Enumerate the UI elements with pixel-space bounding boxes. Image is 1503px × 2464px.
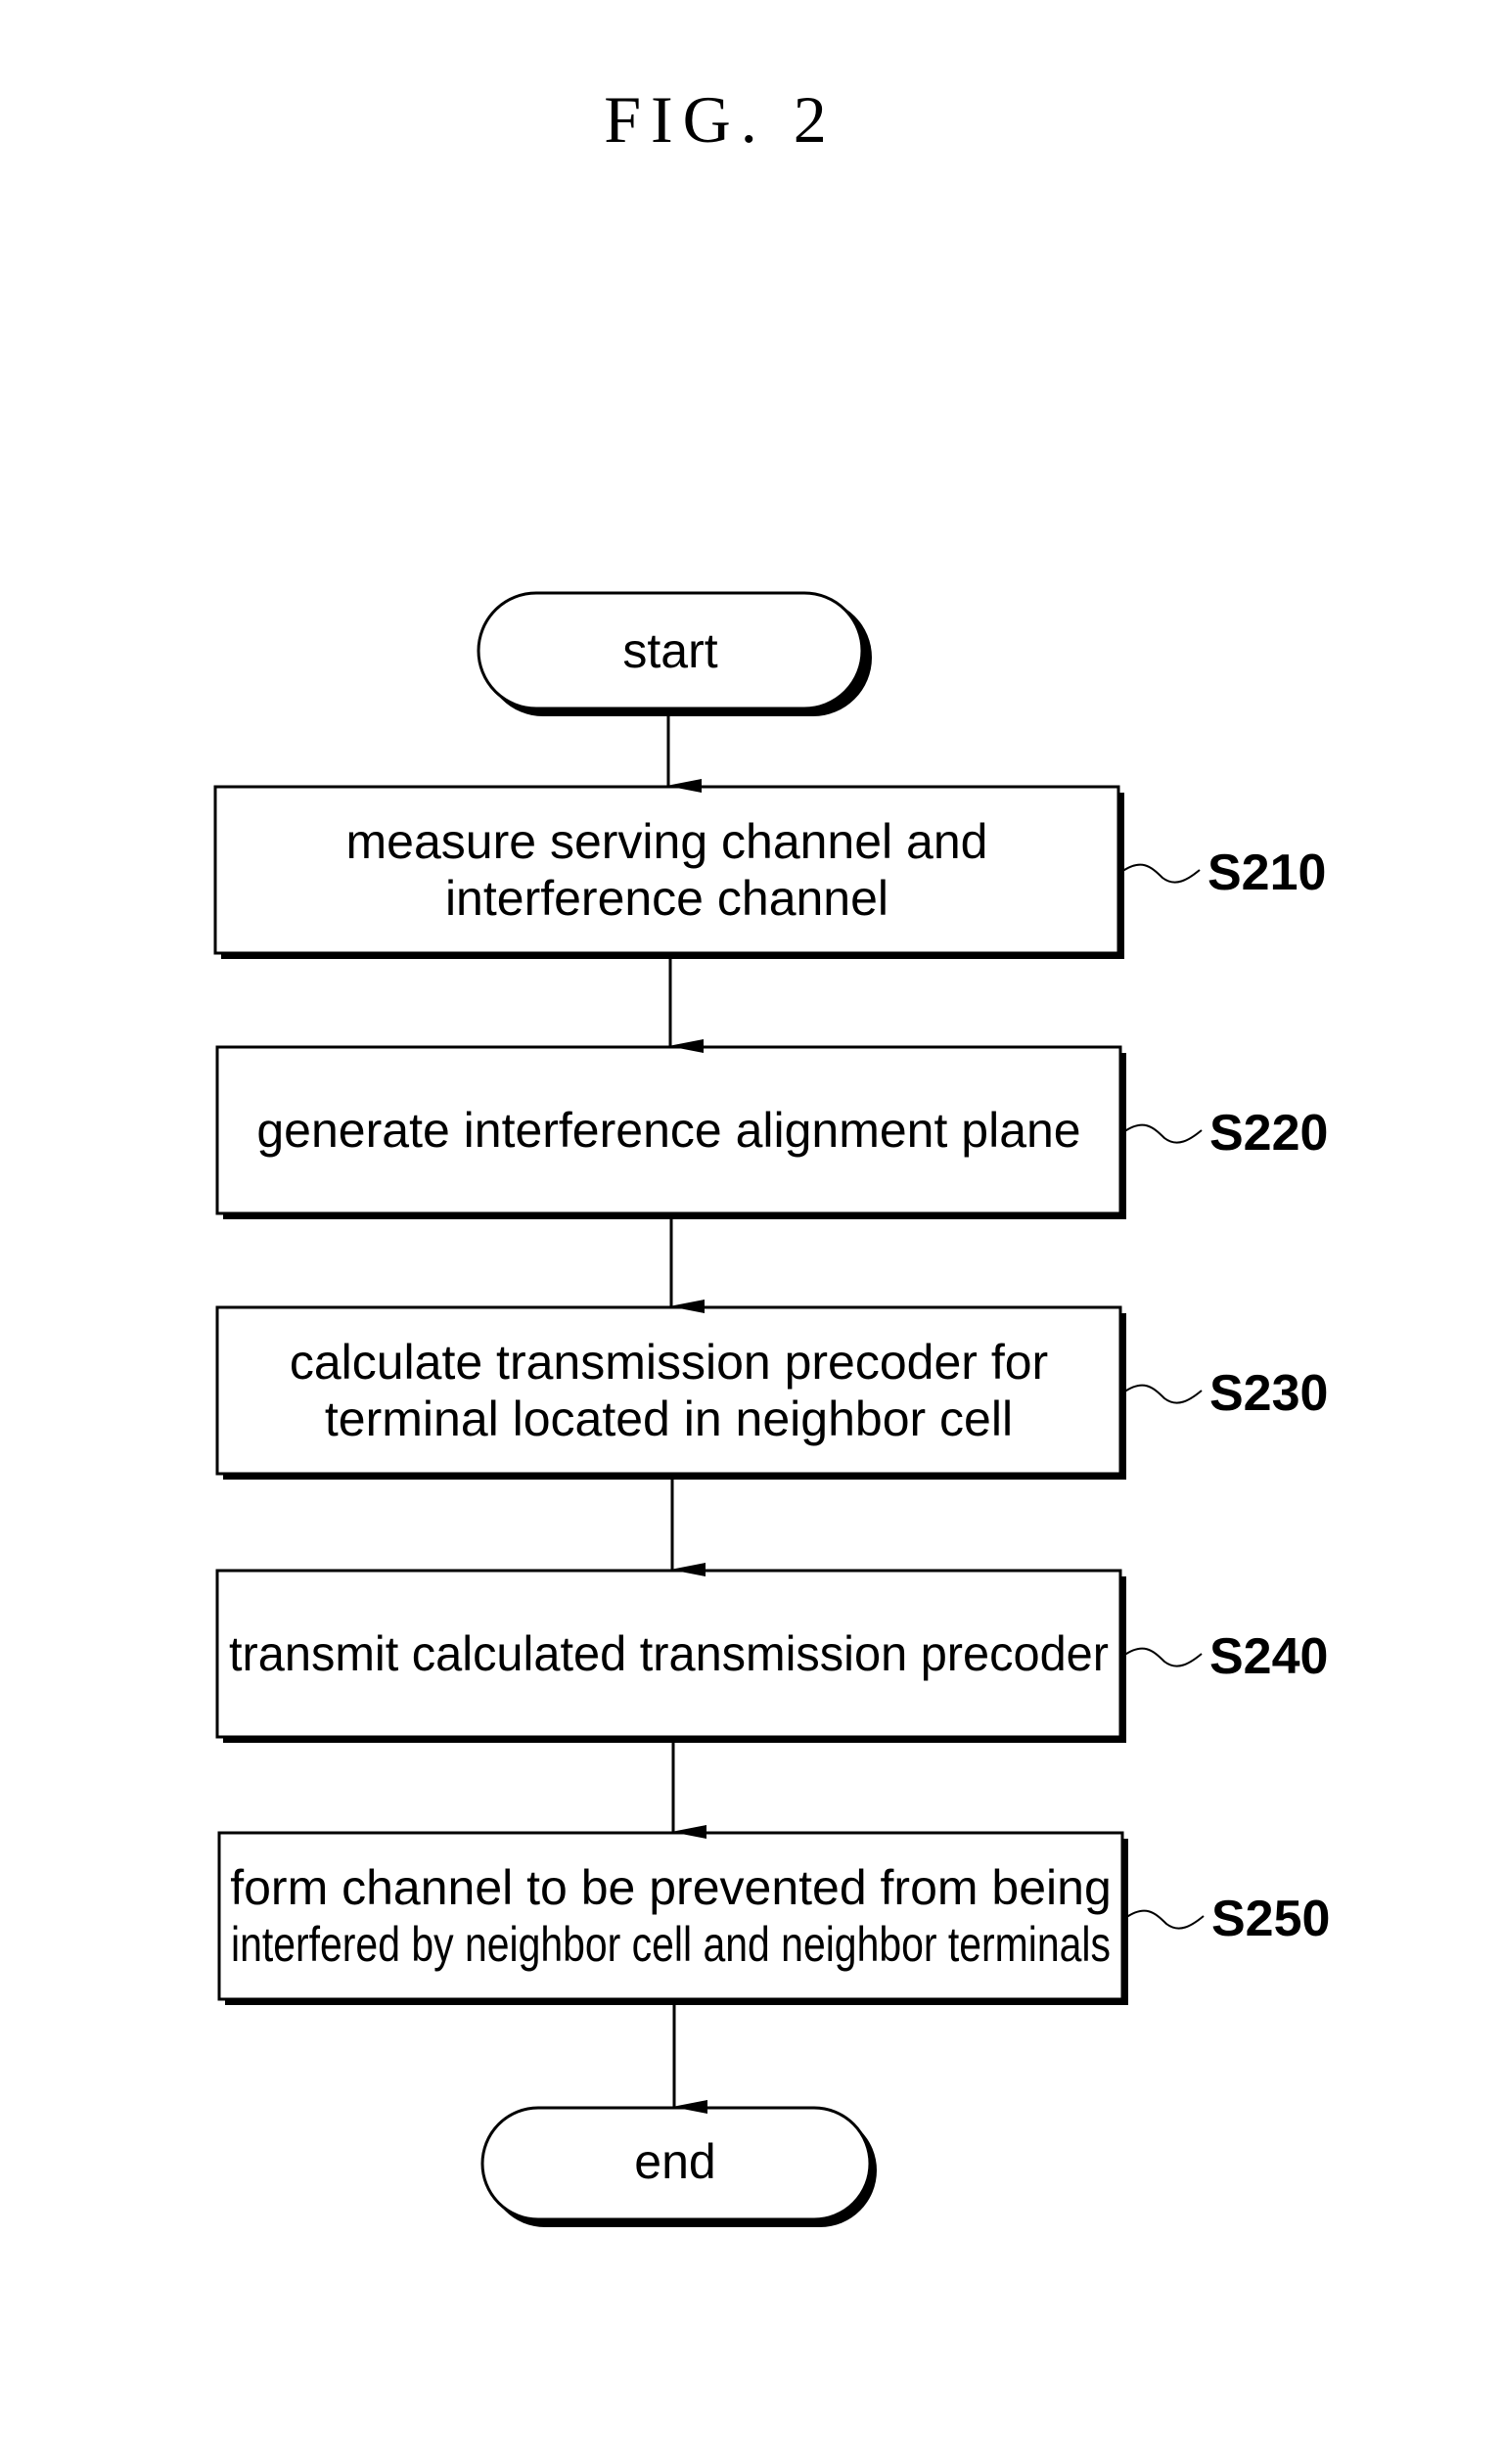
process-step: form channel to be prevented from beingi… [217,1831,1330,2005]
step-reference-label: S210 [1207,844,1326,901]
end-terminal: end [480,2106,877,2227]
start-label: start [622,623,717,678]
step-box [217,1831,1124,2001]
step-reference-label: S220 [1209,1105,1328,1162]
step-box [213,785,1120,955]
step-text-line: interference channel [445,871,888,926]
step-reference-label: S250 [1211,1891,1330,1947]
step-reference-label: S240 [1209,1628,1328,1685]
reference-leader-line [1124,1909,1205,1930]
process-step: generate interference alignment plane S22… [215,1045,1328,1219]
step-text-line: measure serving channel and [346,814,988,869]
reference-leader-line [1122,1123,1203,1144]
flowchart: start measure serving channel andinterfe… [213,591,1330,2227]
process-step: transmit calculated transmission precode… [215,1569,1328,1743]
reference-leader-line [1122,1384,1203,1404]
step-text-line: calculate transmission precoder for [290,1335,1048,1390]
step-text-line: terminal located in neighbor cell [325,1392,1013,1446]
step-box [215,1305,1122,1476]
process-step: calculate transmission precoder fortermi… [215,1305,1328,1480]
start-terminal: start [477,591,872,716]
process-step: measure serving channel andinterference … [213,785,1326,959]
step-text-line: interfered by neighbor cell and neighbor… [231,1917,1111,1972]
step-text-line: form channel to be prevented from being [230,1860,1112,1915]
reference-leader-line [1120,863,1201,884]
step-reference-label: S230 [1209,1365,1328,1422]
step-text-line: transmit calculated transmission precode… [229,1626,1109,1681]
step-text-line: generate interference alignment plane [256,1103,1080,1158]
reference-leader-line [1122,1647,1203,1667]
end-label: end [634,2134,715,2189]
